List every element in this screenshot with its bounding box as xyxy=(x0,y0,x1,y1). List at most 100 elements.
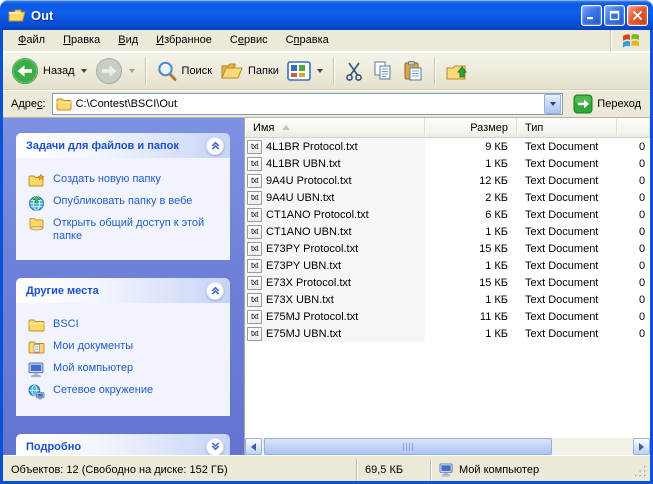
sidebar-item-label: Мои документы xyxy=(53,340,133,353)
file-name-cell: txt9A4U Protocol.txt xyxy=(245,172,425,189)
file-row[interactable]: txtCT1ANO Protocol.txt6 КБText Document0 xyxy=(245,206,650,223)
file-name-cell: txtE75MJ UBN.txt xyxy=(245,325,425,342)
minimize-button[interactable] xyxy=(581,5,602,26)
file-row[interactable]: txt9A4U UBN.txt2 КБText Document0 xyxy=(245,189,650,206)
address-dropdown-button[interactable] xyxy=(544,94,561,114)
sidebar-item[interactable]: Сетевое окружение xyxy=(28,384,222,399)
horizontal-scrollbar[interactable] xyxy=(245,438,650,455)
menu-item-1[interactable]: Правка xyxy=(54,30,109,51)
my-computer-icon xyxy=(439,463,454,477)
txt-file-icon: txt xyxy=(247,140,262,154)
up-button[interactable] xyxy=(441,58,473,84)
file-type-cell: Text Document xyxy=(517,155,617,172)
cut-button[interactable] xyxy=(340,58,368,84)
menu-item-3[interactable]: Избранное xyxy=(147,30,221,51)
file-name: 9A4U Protocol.txt xyxy=(266,175,352,187)
paste-button[interactable] xyxy=(398,58,428,84)
minimize-icon xyxy=(587,11,596,20)
file-name: CT1ANO UBN.txt xyxy=(266,226,352,238)
file-size-cell: 15 КБ xyxy=(425,240,517,257)
go-button[interactable]: Переход xyxy=(570,93,644,115)
paste-icon xyxy=(402,60,424,82)
panel-header-2[interactable]: Подробно xyxy=(16,434,230,455)
file-name-cell: txt4L1BR Protocol.txt xyxy=(245,138,425,155)
search-button[interactable]: Поиск xyxy=(152,58,216,84)
column-header-modified[interactable] xyxy=(617,118,650,138)
scrollbar-thumb[interactable] xyxy=(264,438,552,455)
sidebar-item[interactable]: Открыть общий доступ к этой папке xyxy=(28,217,222,243)
copy-icon xyxy=(372,60,394,82)
file-row[interactable]: txt4L1BR UBN.txt1 КБText Document0 xyxy=(245,155,650,172)
file-modified-cell: 0 xyxy=(617,206,650,223)
toolbar: Назад Поиск xyxy=(3,52,650,90)
sidebar-item-label: BSCI xyxy=(53,318,79,331)
file-type-cell: Text Document xyxy=(517,274,617,291)
file-row[interactable]: txtCT1ANO UBN.txt1 КБText Document0 xyxy=(245,223,650,240)
sidebar-item[interactable]: Мои документы xyxy=(28,340,222,355)
menu-item-0[interactable]: Файл xyxy=(9,30,54,51)
addressbar: Адрес: Переход xyxy=(3,90,650,118)
scrollbar-track[interactable] xyxy=(262,438,633,455)
views-button[interactable] xyxy=(283,58,327,84)
menu-item-5[interactable]: Справка xyxy=(277,30,338,51)
sidebar-item[interactable]: Мой компьютер xyxy=(28,362,222,377)
file-name-cell: txtE75MJ Protocol.txt xyxy=(245,308,425,325)
file-row[interactable]: txtE73PY UBN.txt1 КБText Document0 xyxy=(245,257,650,274)
chevron-up-icon[interactable] xyxy=(206,137,224,155)
sidebar-item[interactable]: BSCI xyxy=(28,318,222,333)
file-row[interactable]: txtE73X Protocol.txt15 КБText Document0 xyxy=(245,274,650,291)
file-name-cell: txtE73PY Protocol.txt xyxy=(245,240,425,257)
forward-dropdown-caret xyxy=(129,69,135,73)
menu-item-2[interactable]: Вид xyxy=(109,30,147,51)
txt-file-icon: txt xyxy=(247,276,262,290)
file-row[interactable]: txt9A4U Protocol.txt12 КБText Document0 xyxy=(245,172,650,189)
column-header-name[interactable]: Имя xyxy=(245,118,425,138)
txt-file-icon: txt xyxy=(247,225,262,239)
status-zone-pane: Мой компьютер xyxy=(430,459,650,481)
windows-logo-area xyxy=(610,30,650,51)
go-label: Переход xyxy=(597,98,641,110)
file-row[interactable]: txtE75MJ UBN.txt1 КБText Document0 xyxy=(245,325,650,342)
sidebar-item[interactable]: Опубликовать папку в вебе xyxy=(28,195,222,210)
task-panel-2: Подробно xyxy=(16,434,230,455)
up-icon xyxy=(445,60,469,82)
file-modified-cell: 0 xyxy=(617,172,650,189)
forward-button[interactable] xyxy=(91,55,139,87)
file-size-cell: 1 КБ xyxy=(425,257,517,274)
resize-grip[interactable] xyxy=(635,466,648,479)
scrollbar-grip-icon xyxy=(403,443,413,451)
maximize-button[interactable] xyxy=(604,5,625,26)
file-row[interactable]: txtE73X UBN.txt1 КБText Document0 xyxy=(245,291,650,308)
file-row[interactable]: txt4L1BR Protocol.txt9 КБText Document0 xyxy=(245,138,650,155)
chevron-down-icon[interactable] xyxy=(206,438,224,456)
menu-item-4[interactable]: Сервис xyxy=(221,30,277,51)
close-button[interactable] xyxy=(627,5,648,26)
file-modified-cell: 0 xyxy=(617,291,650,308)
folders-button[interactable]: Папки xyxy=(216,58,283,84)
column-header-size[interactable]: Размер xyxy=(425,118,517,138)
txt-file-icon: txt xyxy=(247,259,262,273)
scroll-left-button[interactable] xyxy=(245,438,262,455)
panel-header-1[interactable]: Другие места xyxy=(16,278,230,303)
copy-button[interactable] xyxy=(368,58,398,84)
file-type-cell: Text Document xyxy=(517,189,617,206)
address-combo[interactable] xyxy=(52,93,564,115)
titlebar[interactable]: Out xyxy=(0,0,653,30)
address-input[interactable] xyxy=(76,95,545,113)
file-type-cell: Text Document xyxy=(517,206,617,223)
scroll-right-button[interactable] xyxy=(633,438,650,455)
back-dropdown-caret[interactable] xyxy=(81,69,87,73)
file-name-cell: txtE73X Protocol.txt xyxy=(245,274,425,291)
back-button[interactable]: Назад xyxy=(7,55,91,87)
file-name-cell: txt4L1BR UBN.txt xyxy=(245,155,425,172)
views-dropdown-caret[interactable] xyxy=(317,69,323,73)
file-row[interactable]: txtE75MJ Protocol.txt11 КБText Document0 xyxy=(245,308,650,325)
panel-header-0[interactable]: Задачи для файлов и папок xyxy=(16,133,230,158)
file-row[interactable]: txtE73PY Protocol.txt15 КБText Document0 xyxy=(245,240,650,257)
file-type-cell: Text Document xyxy=(517,223,617,240)
column-header-type[interactable]: Тип xyxy=(517,118,617,138)
chevron-up-icon[interactable] xyxy=(206,282,224,300)
sidebar-item-label: Мой компьютер xyxy=(53,362,133,375)
file-name: E73PY UBN.txt xyxy=(266,260,341,272)
sidebar-item[interactable]: Создать новую папку xyxy=(28,173,222,188)
